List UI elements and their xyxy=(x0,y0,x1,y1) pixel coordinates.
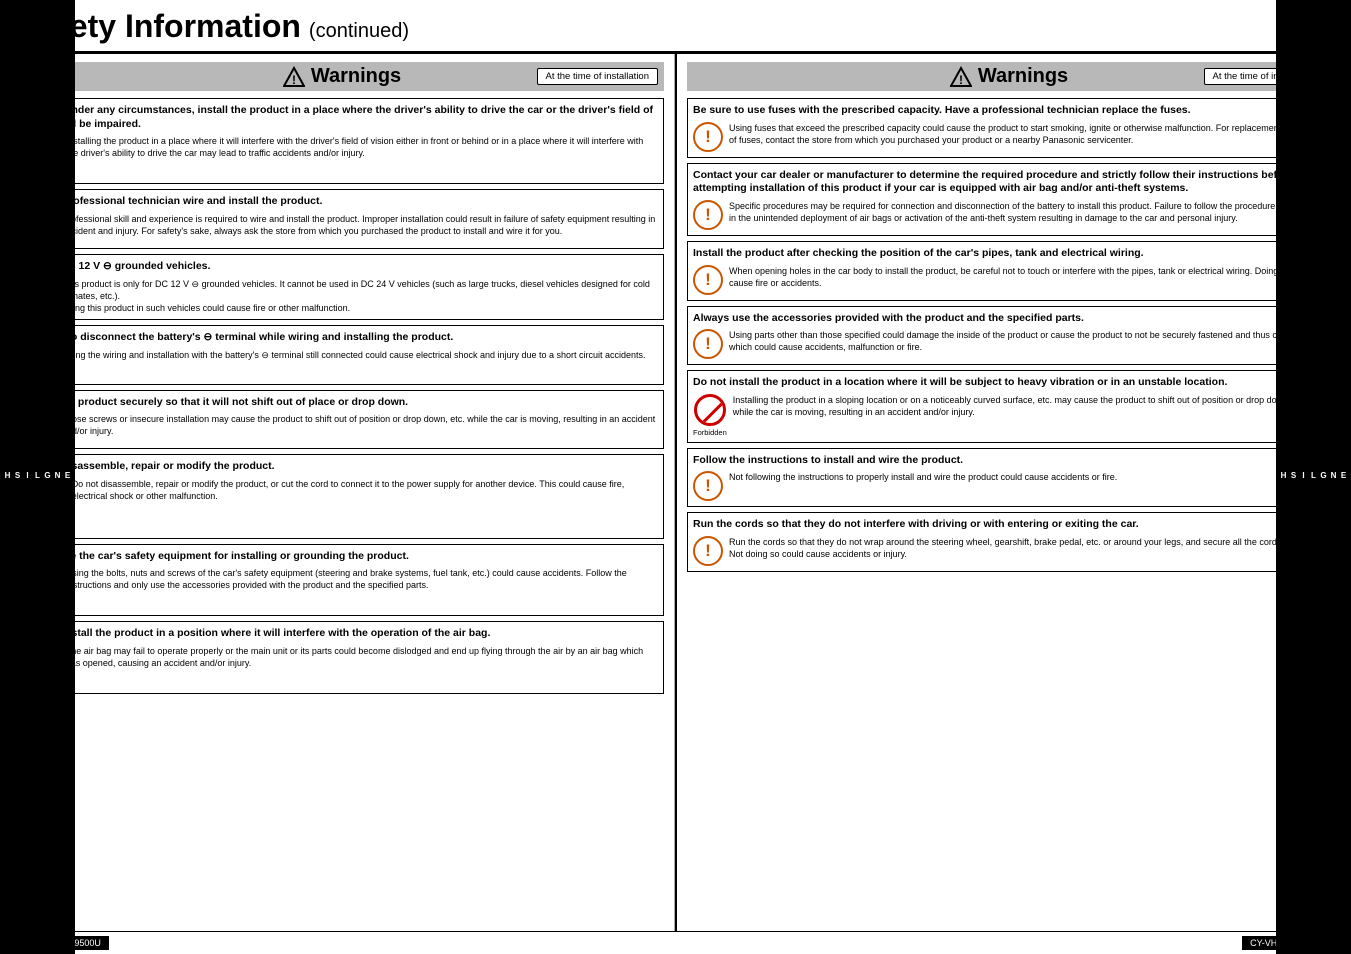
exclaim-icon-r6: ! xyxy=(693,471,723,501)
block-2-title: Have a professional technician wire and … xyxy=(26,195,658,209)
exclaim-icon-r2: ! xyxy=(693,200,723,230)
right-block-1-title: Be sure to use fuses with the prescribed… xyxy=(693,104,1325,118)
warning-block-6: Do not disassemble, repair or modify the… xyxy=(20,454,664,538)
right-warning-block-4: Always use the accessories provided with… xyxy=(687,306,1331,366)
block-5-title: Install the product securely so that it … xyxy=(26,396,658,410)
side-tab-left-l: L xyxy=(33,471,42,483)
right-block-3-text: When opening holes in the car body to in… xyxy=(729,265,1325,289)
right-block-4-text: Using parts other than those specified c… xyxy=(729,329,1325,353)
warning-block-5: Install the product securely so that it … xyxy=(20,390,664,450)
left-installation-badge: At the time of installation xyxy=(537,68,659,85)
warning-block-1: Do not, under any circumstances, install… xyxy=(20,98,664,184)
block-8-title: Do not install the product in a position… xyxy=(26,627,658,641)
forbidden-label-r5: Forbidden xyxy=(693,428,727,437)
block-4-title: Be sure to disconnect the battery's ⊖ te… xyxy=(26,331,658,345)
right-warning-block-2: Contact your car dealer or manufacturer … xyxy=(687,163,1331,236)
block-1-text: Installing the product in a place where … xyxy=(66,135,658,159)
left-section-title: Warnings xyxy=(311,65,401,88)
warning-triangle-icon-right: ! xyxy=(950,66,972,88)
block-6-text: Do not disassemble, repair or modify the… xyxy=(72,478,658,502)
side-tab-right-s: S xyxy=(1289,471,1298,483)
warning-triangle-icon-left: ! xyxy=(283,66,305,88)
block-3-text: This product is only for DC 12 V ⊖ groun… xyxy=(62,278,658,314)
warning-block-2: Have a professional technician wire and … xyxy=(20,189,664,249)
right-warning-block-3: Install the product after checking the p… xyxy=(687,241,1331,301)
right-panel: ! Warnings At the time of installation B… xyxy=(677,54,1335,931)
block-7-text: Using the bolts, nuts and screws of the … xyxy=(66,567,658,591)
side-tab-right-i: I xyxy=(1299,471,1308,483)
side-tab-left: E N G L I S H xyxy=(0,0,75,954)
side-tab-left-i: I xyxy=(23,471,32,483)
right-block-5-title: Do not install the product in a location… xyxy=(693,376,1325,390)
right-block-2-title: Contact your car dealer or manufacturer … xyxy=(693,169,1325,196)
side-tab-left-n: N xyxy=(53,471,62,483)
right-block-4-title: Always use the accessories provided with… xyxy=(693,312,1325,326)
right-block-7-title: Run the cords so that they do not interf… xyxy=(693,518,1325,532)
left-section-header: ! Warnings At the time of installation xyxy=(20,62,664,91)
right-block-5-text: Installing the product in a sloping loca… xyxy=(733,394,1325,418)
page-footer: 4 CY-VHD9500U CY-VHD9500U 5 xyxy=(16,931,1335,954)
side-tab-right-h: H xyxy=(1279,471,1288,483)
block-8-text: The air bag may fail to operate properly… xyxy=(66,645,658,669)
block-1-title: Do not, under any circumstances, install… xyxy=(26,104,658,131)
exclaim-icon-r4: ! xyxy=(693,329,723,359)
warning-block-7: Never use the car's safety equipment for… xyxy=(20,544,664,617)
right-warning-block-6: Follow the instructions to install and w… xyxy=(687,448,1331,508)
side-tab-right-l: L xyxy=(1309,471,1318,483)
side-tab-right-g: G xyxy=(1319,471,1328,483)
left-panel: ! Warnings At the time of installation D… xyxy=(16,54,675,931)
block-4-text: Doing the wiring and installation with t… xyxy=(62,349,646,361)
right-block-3-title: Install the product after checking the p… xyxy=(693,247,1325,261)
side-tab-left-s: S xyxy=(13,471,22,483)
right-block-2-text: Specific procedures may be required for … xyxy=(729,200,1325,224)
exclaim-icon-r3: ! xyxy=(693,265,723,295)
right-block-6-text: Not following the instructions to proper… xyxy=(729,471,1117,483)
side-tab-left-g: G xyxy=(43,471,52,483)
right-warning-block-7: Run the cords so that they do not interf… xyxy=(687,512,1331,572)
block-7-title: Never use the car's safety equipment for… xyxy=(26,550,658,564)
right-warning-block-1: Be sure to use fuses with the prescribed… xyxy=(687,98,1331,158)
right-block-7-text: Run the cords so that they do not wrap a… xyxy=(729,536,1325,560)
block-2-text: Professional skill and experience is req… xyxy=(62,213,658,237)
side-tab-left-text: E xyxy=(63,471,72,483)
page-header: Safety Information (continued) xyxy=(16,0,1335,54)
right-block-1-text: Using fuses that exceed the prescribed c… xyxy=(729,122,1325,146)
side-tab-right-n: N xyxy=(1329,471,1338,483)
page-subtitle: (continued) xyxy=(309,20,409,43)
warning-block-3: Use in DC 12 V ⊖ grounded vehicles. ! Th… xyxy=(20,254,664,320)
block-5-text: Loose screws or insecure installation ma… xyxy=(62,413,658,437)
exclaim-icon-r1: ! xyxy=(693,122,723,152)
side-tab-left-h: H xyxy=(3,471,12,483)
svg-text:!: ! xyxy=(292,73,296,87)
right-section-title: Warnings xyxy=(978,65,1068,88)
block-6-title: Do not disassemble, repair or modify the… xyxy=(26,460,658,474)
block-3-title: Use in DC 12 V ⊖ grounded vehicles. xyxy=(26,260,658,274)
forbidden-icon-r5 xyxy=(694,394,726,426)
side-tab-right: E N G L I S H xyxy=(1276,0,1351,954)
right-warning-block-5: Do not install the product in a location… xyxy=(687,370,1331,443)
exclaim-icon-r7: ! xyxy=(693,536,723,566)
svg-text:!: ! xyxy=(959,73,963,87)
side-tab-right-e: E xyxy=(1339,471,1348,483)
right-section-header: ! Warnings At the time of installation xyxy=(687,62,1331,91)
right-block-6-title: Follow the instructions to install and w… xyxy=(693,454,1325,468)
warning-block-4: Be sure to disconnect the battery's ⊖ te… xyxy=(20,325,664,385)
warning-block-8: Do not install the product in a position… xyxy=(20,621,664,694)
